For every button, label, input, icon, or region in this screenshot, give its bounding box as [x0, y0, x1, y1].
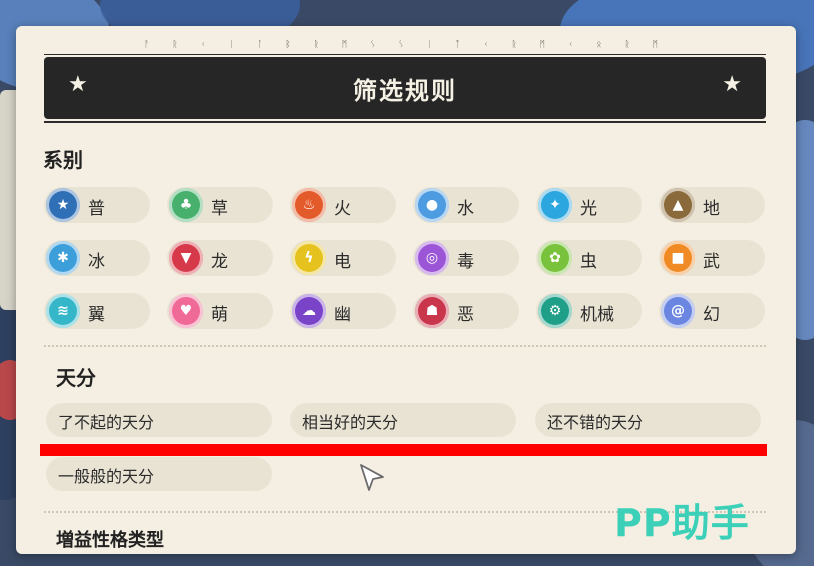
type-chip-illusion[interactable]: @ 幻 [659, 293, 765, 329]
section-title-types: 系别 [43, 148, 83, 172]
talent-label: 了不起的天分 [58, 413, 155, 432]
type-label: 萌 [211, 305, 228, 325]
type-chip-electric[interactable]: ϟ 电 [290, 240, 396, 276]
rune-decoration: ᚨ ᚱ ᚲ ᛁ ᛚ ᛒ ᚱ ᛗ ᛊ ᛊ ᛁ ᛏ ᚲ ᚱ ᛗ ᚲ ᛟ ᚱ ᛗ [143, 40, 669, 50]
dotted-divider [44, 345, 766, 347]
talent-chip[interactable]: 了不起的天分 [46, 403, 272, 437]
sparkle-icon: ✦ [538, 188, 572, 222]
spiral-icon: @ [661, 294, 695, 328]
filter-panel: ᚨ ᚱ ᚲ ᛁ ᛚ ᛒ ᚱ ᛗ ᛊ ᛊ ᛁ ᛏ ᚲ ᚱ ᛗ ᚲ ᛟ ᚱ ᛗ ★ … [16, 26, 796, 554]
highlight-bar [40, 444, 767, 456]
leaf-icon: ♣ [169, 188, 203, 222]
type-chip-ghost[interactable]: ☁ 幽 [290, 293, 396, 329]
type-chip-mech[interactable]: ⚙ 机械 [536, 293, 642, 329]
lightning-icon: ϟ [292, 241, 326, 275]
poison-icon: ◎ [415, 241, 449, 275]
type-label: 机械 [580, 305, 614, 325]
type-label: 武 [703, 252, 720, 272]
mouse-cursor-icon [359, 463, 385, 497]
type-chip-grass[interactable]: ♣ 草 [167, 187, 273, 223]
dragon-icon: ▼ [169, 241, 203, 275]
type-chip-dragon[interactable]: ▼ 龙 [167, 240, 273, 276]
type-label: 龙 [211, 252, 228, 272]
divider [44, 54, 766, 55]
panel-title: 筛选规则 [353, 76, 457, 105]
type-label: 普 [88, 199, 105, 219]
fist-icon: ■ [661, 241, 695, 275]
title-bar: ★ 筛选规则 ★ [44, 57, 766, 119]
type-label: 幽 [334, 305, 351, 325]
type-label: 火 [334, 199, 351, 219]
type-chip-bug[interactable]: ✿ 虫 [536, 240, 642, 276]
type-chip-poison[interactable]: ◎ 毒 [413, 240, 519, 276]
normal-icon: ★ [46, 188, 80, 222]
section-title-partial: 増益性格类型 [56, 530, 164, 551]
talent-chip[interactable]: 还不错的天分 [535, 403, 761, 437]
type-chip-fire[interactable]: ♨ 火 [290, 187, 396, 223]
ghost-icon: ☁ [292, 294, 326, 328]
bug-icon: ✿ [538, 241, 572, 275]
talent-label: 一般般的天分 [58, 467, 155, 486]
type-chip-dark[interactable]: ☗ 恶 [413, 293, 519, 329]
type-chip-wing[interactable]: ≋ 翼 [44, 293, 150, 329]
demon-icon: ☗ [415, 294, 449, 328]
type-chip-light[interactable]: ✦ 光 [536, 187, 642, 223]
talent-label: 还不错的天分 [547, 413, 644, 432]
type-chip-ice[interactable]: ✱ 冰 [44, 240, 150, 276]
mountain-icon: ▲ [661, 188, 695, 222]
section-title-talent: 天分 [56, 366, 96, 390]
talent-label: 相当好的天分 [302, 413, 399, 432]
type-chip-fighting[interactable]: ■ 武 [659, 240, 765, 276]
type-label: 毒 [457, 252, 474, 272]
type-label: 地 [703, 199, 720, 219]
type-chip-cute[interactable]: ♥ 萌 [167, 293, 273, 329]
type-label: 草 [211, 199, 228, 219]
type-label: 虫 [580, 252, 597, 272]
type-chip-ground[interactable]: ▲ 地 [659, 187, 765, 223]
talent-chip[interactable]: 一般般的天分 [46, 457, 272, 491]
talent-chip[interactable]: 相当好的天分 [290, 403, 516, 437]
type-label: 电 [334, 252, 351, 272]
wing-icon: ≋ [46, 294, 80, 328]
type-label: 恶 [457, 305, 474, 325]
snowflake-icon: ✱ [46, 241, 80, 275]
star-icon: ★ [722, 72, 742, 97]
type-chip-water[interactable]: ● 水 [413, 187, 519, 223]
watermark: PP助手 [614, 501, 750, 545]
heart-icon: ♥ [169, 294, 203, 328]
divider [44, 121, 766, 123]
type-label: 光 [580, 199, 597, 219]
type-label: 冰 [88, 252, 105, 272]
flame-icon: ♨ [292, 188, 326, 222]
star-icon: ★ [68, 72, 88, 97]
gear-icon: ⚙ [538, 294, 572, 328]
type-label: 水 [457, 199, 474, 219]
type-chip-normal[interactable]: ★ 普 [44, 187, 150, 223]
water-drop-icon: ● [415, 188, 449, 222]
type-label: 翼 [88, 305, 105, 325]
type-label: 幻 [703, 305, 720, 325]
